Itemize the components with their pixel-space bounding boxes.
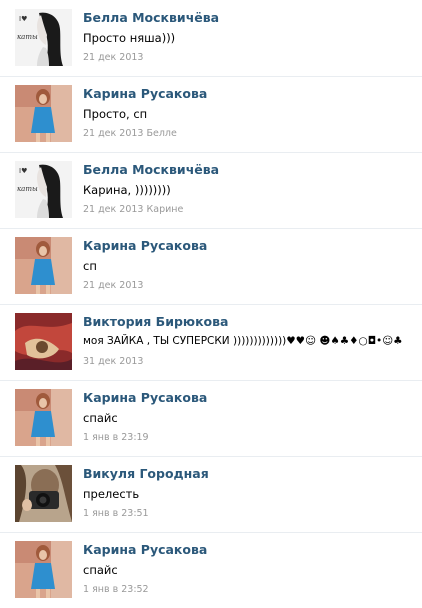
comment-meta: 21 дек 2013 Карине [83, 204, 183, 215]
comment-date-link[interactable]: 21 дек 2013 [83, 280, 143, 291]
comment-text: моя ЗАЙКА , ТЫ СУПЕРСКИ )))))))))))))♥♥☺… [83, 335, 403, 347]
comment-meta: 1 янв в 23:19 [83, 432, 149, 443]
comment-author-link[interactable]: Белла Москвичёва [83, 10, 219, 25]
camera-selfie-avatar-icon[interactable] [15, 465, 72, 522]
comment-meta: 31 дек 2013 [83, 356, 143, 367]
comment-item: Карина Русакова Просто, сп 21 дек 2013 Б… [0, 76, 422, 153]
comment-text: сп [83, 259, 97, 273]
comment-date-link[interactable]: 1 янв в 23:52 [83, 584, 149, 595]
comment-item: Виктория Бирюкова моя ЗАЙКА , ТЫ СУПЕРСК… [0, 304, 422, 381]
comment-text: спайс [83, 411, 118, 425]
girl-sketch-avatar-icon[interactable] [15, 161, 72, 218]
comment-item: Викуля Городная прелесть 1 янв в 23:51 [0, 456, 422, 533]
comment-text: Просто, сп [83, 107, 148, 121]
comment-meta: 21 дек 2013 Белле [83, 128, 177, 139]
comment-author-link[interactable]: Виктория Бирюкова [83, 314, 229, 329]
comment-author-link[interactable]: Карина Русакова [83, 390, 207, 405]
comments-feed: Белла Москвичёва Просто няша))) 21 дек 2… [0, 0, 422, 604]
comment-author-link[interactable]: Карина Русакова [83, 542, 207, 557]
comment-item: Карина Русакова спайс 1 янв в 23:52 [0, 532, 422, 608]
comment-reply-to-link[interactable]: Белле [147, 128, 177, 139]
girl-blue-dress-avatar-icon[interactable] [15, 85, 72, 142]
comment-item: Карина Русакова сп 21 дек 2013 [0, 228, 422, 305]
comment-item: Белла Москвичёва Карина, )))))))) 21 дек… [0, 152, 422, 229]
comment-meta: 21 дек 2013 [83, 52, 143, 63]
comment-item: Карина Русакова спайс 1 янв в 23:19 [0, 380, 422, 457]
comment-text: спайс [83, 563, 118, 577]
comment-author-link[interactable]: Белла Москвичёва [83, 162, 219, 177]
comment-date-link[interactable]: 31 дек 2013 [83, 356, 143, 367]
comment-date-link[interactable]: 21 дек 2013 [83, 52, 143, 63]
comment-date-link[interactable]: 1 янв в 23:19 [83, 432, 149, 443]
comment-author-link[interactable]: Викуля Городная [83, 466, 209, 481]
comment-author-link[interactable]: Карина Русакова [83, 238, 207, 253]
comment-text: Просто няша))) [83, 31, 176, 45]
comment-date-link[interactable]: 21 дек 2013 [83, 128, 143, 139]
comment-date-link[interactable]: 1 янв в 23:51 [83, 508, 149, 519]
comment-meta: 1 янв в 23:52 [83, 584, 149, 595]
girl-sketch-avatar-icon[interactable] [15, 9, 72, 66]
comment-text: Карина, )))))))) [83, 183, 171, 197]
comment-reply-to-link[interactable]: Карине [147, 204, 184, 215]
girl-blue-dress-avatar-icon[interactable] [15, 389, 72, 446]
comment-author-link[interactable]: Карина Русакова [83, 86, 207, 101]
girl-blue-dress-avatar-icon[interactable] [15, 237, 72, 294]
comment-text: прелесть [83, 487, 140, 501]
comment-item: Белла Москвичёва Просто няша))) 21 дек 2… [0, 0, 422, 77]
comment-meta: 21 дек 2013 [83, 280, 143, 291]
girl-blue-dress-avatar-icon[interactable] [15, 541, 72, 598]
comment-date-link[interactable]: 21 дек 2013 [83, 204, 143, 215]
red-blanket-avatar-icon[interactable] [15, 313, 72, 370]
comment-meta: 1 янв в 23:51 [83, 508, 149, 519]
